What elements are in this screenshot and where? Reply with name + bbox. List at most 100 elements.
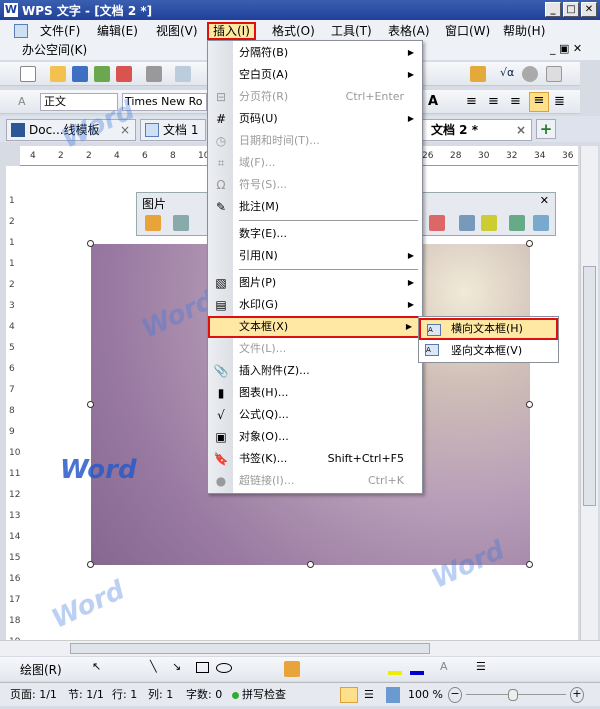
clipart-icon[interactable] bbox=[284, 661, 300, 677]
resize-handle[interactable] bbox=[87, 561, 94, 568]
rectangle-icon[interactable] bbox=[196, 662, 209, 673]
resize-handle[interactable] bbox=[526, 240, 533, 247]
line-icon[interactable]: ╲ bbox=[150, 660, 157, 673]
menu-format[interactable]: 格式(O) bbox=[268, 22, 319, 40]
menu-view[interactable]: 视图(V) bbox=[152, 22, 202, 40]
align-center-icon[interactable]: ≡ bbox=[488, 94, 499, 109]
menu-item-7[interactable]: ✎ 批注(M) bbox=[208, 196, 422, 218]
hyperlink-icon[interactable] bbox=[522, 66, 538, 82]
formula-icon[interactable]: √α bbox=[500, 66, 516, 82]
menu-item-horizontal-textbox[interactable]: A 横向文本框(H) bbox=[419, 318, 558, 340]
ruler-tick: 26 bbox=[422, 151, 434, 161]
reset-picture-icon[interactable] bbox=[533, 215, 549, 231]
menu-item-10[interactable]: ▧ 图片(P) ▶ bbox=[208, 272, 422, 294]
print-preview-icon[interactable] bbox=[175, 66, 191, 82]
drawing-menu-button[interactable]: 绘图(R) bbox=[20, 661, 62, 678]
print-icon[interactable] bbox=[146, 66, 162, 82]
menu-edit[interactable]: 编辑(E) bbox=[93, 22, 142, 40]
outline-view-icon[interactable]: ☰ bbox=[364, 687, 374, 703]
menu-item-12[interactable]: 文本框(X) ▶ bbox=[208, 316, 422, 338]
doc-window-controls[interactable]: _ ▣ ✕ bbox=[550, 42, 582, 55]
vertical-ruler[interactable]: 12112345678910111213141516171819 bbox=[6, 166, 20, 647]
minimize-button[interactable]: _ bbox=[545, 2, 561, 17]
menu-item-1[interactable]: 空白页(A) ▶ bbox=[208, 64, 422, 86]
line-color-icon[interactable] bbox=[410, 671, 424, 675]
menu-file[interactable]: 文件(F) bbox=[36, 22, 84, 40]
vertical-scrollbar[interactable] bbox=[580, 146, 598, 640]
menu-item-vertical-textbox[interactable]: A 竖向文本框(V) bbox=[419, 340, 558, 362]
scroll-thumb[interactable] bbox=[583, 266, 596, 506]
menu-item-14[interactable]: 📎 插入附件(Z)... bbox=[208, 360, 422, 382]
scroll-thumb[interactable] bbox=[70, 643, 430, 654]
menu-item-9[interactable]: 引用(N) ▶ bbox=[208, 245, 422, 267]
menu-help[interactable]: 帮助(H) bbox=[499, 22, 549, 40]
datetime-icon: ◷ bbox=[215, 134, 227, 148]
menu-item-3[interactable]: # 页码(U) ▶ bbox=[208, 108, 422, 130]
zoom-slider-thumb[interactable] bbox=[508, 689, 518, 701]
grow-font-icon[interactable]: A bbox=[428, 94, 438, 109]
styles-icon[interactable]: A bbox=[18, 95, 26, 108]
zoom-out-button[interactable]: − bbox=[448, 687, 462, 703]
menu-item-17[interactable]: ▣ 对象(O)... bbox=[208, 426, 422, 448]
crop-icon[interactable] bbox=[429, 215, 445, 231]
menu-item-label: 域(F)... bbox=[239, 156, 276, 169]
font-select[interactable]: Times New Ro bbox=[122, 93, 207, 111]
ruler-tick: 5 bbox=[9, 343, 15, 353]
arrow-icon[interactable]: ↘ bbox=[172, 660, 181, 673]
horizontal-scrollbar[interactable] bbox=[0, 640, 600, 656]
zoom-in-button[interactable]: + bbox=[570, 687, 584, 703]
close-tab-icon[interactable]: × bbox=[516, 120, 526, 140]
menu-item-8[interactable]: 数字(E)... bbox=[208, 223, 422, 245]
align-right-icon[interactable]: ≡ bbox=[510, 94, 521, 109]
resize-handle[interactable] bbox=[307, 561, 314, 568]
insert-picture-icon[interactable] bbox=[145, 215, 161, 231]
template-icon bbox=[11, 123, 25, 137]
line-color-icon[interactable] bbox=[481, 215, 497, 231]
menu-item-16[interactable]: √ 公式(Q)... bbox=[208, 404, 422, 426]
menu-item-15[interactable]: ▮ 图表(H)... bbox=[208, 382, 422, 404]
new-icon[interactable] bbox=[20, 66, 36, 82]
tab-doc2[interactable]: 文档 2 * × bbox=[422, 119, 532, 141]
menu-item-18[interactable]: 🔖 书签(K)... Shift+Ctrl+F5 bbox=[208, 448, 422, 470]
picture-icon[interactable] bbox=[173, 215, 189, 231]
new-tab-button[interactable]: + bbox=[536, 119, 556, 139]
page-view-icon[interactable] bbox=[340, 687, 358, 703]
menu-tools[interactable]: 工具(T) bbox=[327, 22, 376, 40]
menu-window[interactable]: 窗口(W) bbox=[441, 22, 494, 40]
resize-handle[interactable] bbox=[87, 240, 94, 247]
web-view-icon[interactable] bbox=[386, 687, 400, 703]
distributed-icon[interactable]: ≣ bbox=[554, 94, 565, 109]
font-color-icon[interactable]: A bbox=[440, 660, 448, 673]
ellipse-icon[interactable] bbox=[216, 663, 232, 673]
spell-status-icon bbox=[232, 692, 239, 699]
resize-handle[interactable] bbox=[87, 401, 94, 408]
close-toolbar-icon[interactable]: ✕ bbox=[540, 194, 549, 207]
menu-office-space[interactable]: 办公空间(K) bbox=[18, 41, 91, 59]
save-icon[interactable] bbox=[72, 66, 88, 82]
justify-icon[interactable]: ≡ bbox=[529, 92, 549, 112]
menu-item-0[interactable]: 分隔符(B) ▶ bbox=[208, 42, 422, 64]
align-left-icon[interactable]: ≡ bbox=[466, 94, 477, 109]
resize-handle[interactable] bbox=[526, 561, 533, 568]
open-icon[interactable] bbox=[50, 66, 66, 82]
ruler-tick: 4 bbox=[114, 151, 120, 161]
spell-check-button[interactable]: 拼写检查 bbox=[242, 687, 286, 703]
menu-insert[interactable]: 插入(I) bbox=[207, 22, 256, 40]
select-pointer-icon[interactable]: ↖ bbox=[92, 660, 101, 673]
insert-table-icon[interactable] bbox=[470, 66, 486, 82]
fill-color-icon[interactable] bbox=[388, 671, 402, 675]
line-style-icon[interactable]: ☰ bbox=[476, 660, 486, 673]
menu-item-11[interactable]: ▤ 水印(G) ▶ bbox=[208, 294, 422, 316]
table-icon[interactable] bbox=[546, 66, 562, 82]
close-button[interactable]: ✕ bbox=[581, 2, 597, 17]
menu-table[interactable]: 表格(A) bbox=[384, 22, 434, 40]
tab-doc1[interactable]: 文档 1 * bbox=[140, 119, 206, 141]
resize-handle[interactable] bbox=[526, 401, 533, 408]
menu-item-label: 水印(G) bbox=[239, 298, 279, 311]
ruler-tick: 30 bbox=[478, 151, 490, 161]
mail-icon[interactable] bbox=[94, 66, 110, 82]
wrap-icon[interactable] bbox=[509, 215, 525, 231]
pdf-icon[interactable] bbox=[116, 66, 132, 82]
fill-icon[interactable] bbox=[459, 215, 475, 231]
maximize-button[interactable]: □ bbox=[563, 2, 579, 17]
